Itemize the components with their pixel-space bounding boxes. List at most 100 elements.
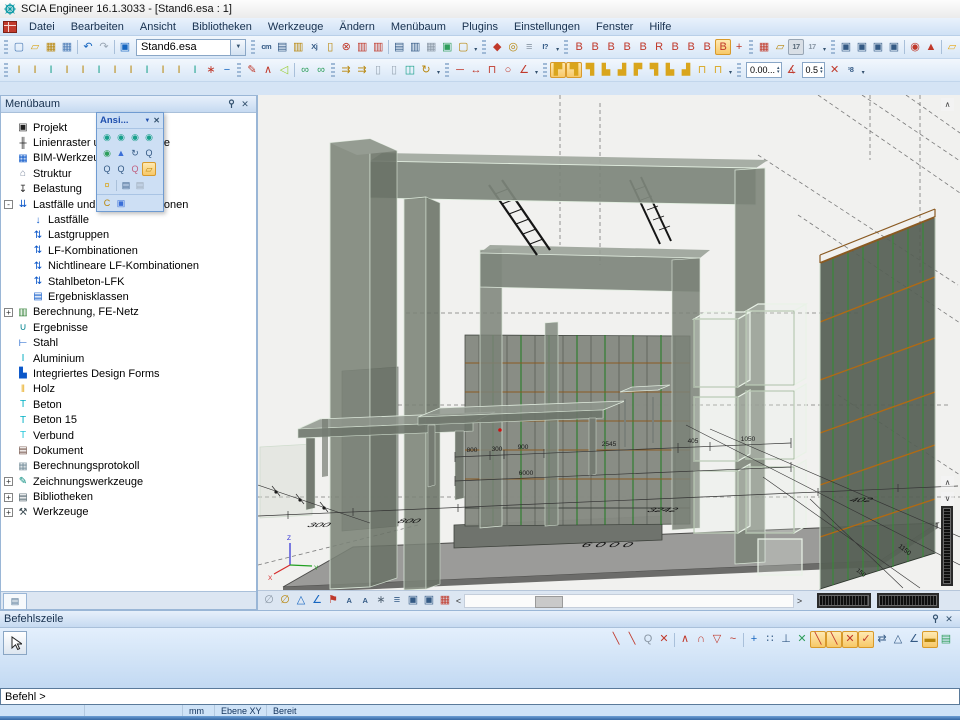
toolbar-grip[interactable] [831,40,835,55]
snap-perpendicular-button[interactable]: ⊥ [778,631,794,648]
snap-intersection-button[interactable]: ✕ [656,631,672,648]
snap-peak-button[interactable]: ∧ [677,631,693,648]
view-frame-10-button[interactable]: ⊓ [694,62,710,78]
menu-ansicht[interactable]: Ansicht [132,18,184,35]
activity-current-button[interactable]: B [587,39,603,55]
menu-plugins[interactable]: Plugins [454,18,506,35]
toolbar-grip[interactable] [445,63,449,78]
tree-item-beton-15[interactable]: TBeton 15 [1,412,256,427]
menu-bibliotheken[interactable]: Bibliotheken [184,18,260,35]
snap-bar-button[interactable]: ▬ [922,631,938,648]
spinner-arrows[interactable]: ▴▾ [820,66,823,74]
text-size-button[interactable]: Xj [306,39,322,55]
activity-clip-button[interactable]: B [683,39,699,55]
3d-model-canvas[interactable]: 800 300 900 2545 405 1050 6000 300 800 3… [258,95,960,590]
section-i-2-button[interactable]: I [27,62,43,78]
snap-polyline-button[interactable]: ∠ [906,631,922,648]
tree-item-aluminium[interactable]: IAluminium [1,351,256,366]
import-button[interactable]: ▱ [772,39,788,55]
tree-item-lastfälle[interactable]: ↓Lastfälle [1,212,256,227]
activity-undo-button[interactable]: B [667,39,683,55]
snap-ortho-button[interactable]: ⇄ [874,631,890,648]
horizontal-scrollbar[interactable] [464,594,794,608]
zoom-all-button[interactable]: Q [114,162,128,176]
close-icon[interactable]: ✕ [153,116,160,125]
regenerate-button[interactable]: ▣ [439,39,455,55]
bottom-stripe-bar-2[interactable] [877,593,939,608]
tree-expand-toggle[interactable]: - [4,200,13,209]
scale-17-active-button[interactable]: 17 [788,39,804,55]
draw-curve-button[interactable]: ✎ [244,62,260,78]
rotate-view-button[interactable]: ↻ [128,146,142,160]
toolbar-grip[interactable] [331,63,335,78]
menu-werkzeuge[interactable]: Werkzeuge [260,18,331,35]
open-project-button[interactable]: ▱ [27,39,43,55]
units-button[interactable]: cm [258,39,274,55]
pan-right-button[interactable]: > [794,593,805,609]
grid-settings-button[interactable]: ▦ [437,593,453,609]
activity-add-button[interactable]: B [699,39,715,55]
section-labels-button[interactable]: ≡ [389,593,405,609]
selection-mode-button[interactable] [3,631,27,655]
labels-abc-1-button[interactable]: A [341,593,357,609]
frame-view-2-button[interactable]: ▥ [370,39,386,55]
link-bar-button[interactable]: − [219,62,235,78]
tree-expand-toggle[interactable]: + [4,308,13,317]
visibility-button[interactable]: ◉ [907,39,923,55]
menu-aendern[interactable]: Ändern [331,18,382,35]
toolbar-grip[interactable] [543,63,547,78]
window-props-2-button[interactable]: ▣ [421,593,437,609]
section-i-11-button[interactable]: I [171,62,187,78]
tree-item-zeichnungswerkzeuge[interactable]: +✎Zeichnungswerkzeuge [1,474,256,489]
snap-cursor-button[interactable]: + [746,631,762,648]
undo-button[interactable]: ↶ [80,39,96,55]
view-frame-11-button[interactable]: ⊓ [710,62,726,78]
section-i-4-button[interactable]: I [59,62,75,78]
section-i-5-button[interactable]: I [75,62,91,78]
dimension-circle-button[interactable]: ○ [500,62,516,78]
toolbar-grip[interactable] [4,63,8,78]
view-flag-button[interactable]: ⚑ [325,593,341,609]
move-button[interactable]: ⇉ [338,62,354,78]
snap-midpoint-button[interactable]: ╲ [624,631,640,648]
save-picture-button[interactable]: ▤ [133,178,147,192]
toolbar-more-button[interactable]: ▾ [726,62,735,78]
tree-item-nichtlineare-lf-kombinationen[interactable]: ⇅Nichtlineare LF-Kombinationen [1,259,256,274]
wire-render-button[interactable]: ∅ [261,593,277,609]
solid-render-button[interactable]: ∅ [277,593,293,609]
view-frame-1-button[interactable]: ▛ [550,62,566,78]
edit-document-button[interactable]: ▢ [455,39,471,55]
bottom-stripe-bar-1[interactable] [817,593,871,608]
project-window-button[interactable]: ▣ [117,39,133,55]
zoom-out-button[interactable]: Q [142,146,156,160]
close-service-button[interactable]: ⊗ [338,39,354,55]
paste-2-button[interactable]: ▯ [386,62,402,78]
fly-through-button[interactable]: ▲ [923,39,939,55]
calculator-button[interactable]: ▦ [423,39,439,55]
scale-17-button[interactable]: 17 [804,39,820,55]
pin-icon[interactable] [928,613,942,626]
activity-prime-button[interactable]: B [603,39,619,55]
rotate-button[interactable]: ↻ [418,62,434,78]
tree-item-verbund[interactable]: TVerbund [1,428,256,443]
tree-item-berechnungsprotokoll[interactable]: ▦Berechnungsprotokoll [1,459,256,474]
section-i-6-button[interactable]: I [91,62,107,78]
paste-1-button[interactable]: ▯ [370,62,386,78]
chevron-down-icon[interactable]: ▼ [230,40,245,55]
new-project-button[interactable]: ▢ [11,39,27,55]
tree-item-berechnung-fe-netz[interactable]: +▥Berechnung, FE-Netz [1,305,256,320]
view-y-button[interactable]: ◉ [114,130,128,144]
menu-menuebaum[interactable]: Menübaum [383,18,454,35]
section-i-10-button[interactable]: I [155,62,171,78]
cursor-step-spinner[interactable]: 0.5▴▾ [802,62,825,78]
pin-icon[interactable] [224,98,238,111]
section-c-button[interactable]: C [100,196,114,210]
toolbar-more-button[interactable]: ▾ [820,39,829,55]
star-node-button[interactable]: ∗ [203,62,219,78]
zoom-window-button[interactable]: Q [100,162,114,176]
activity-active-button[interactable]: B [715,39,731,55]
render-view-button[interactable]: ◉ [100,146,114,160]
snap-calc-button[interactable]: ▤ [938,631,954,648]
right-scroll-thumb[interactable] [941,506,953,586]
insert-node-button[interactable]: ∧ [260,62,276,78]
